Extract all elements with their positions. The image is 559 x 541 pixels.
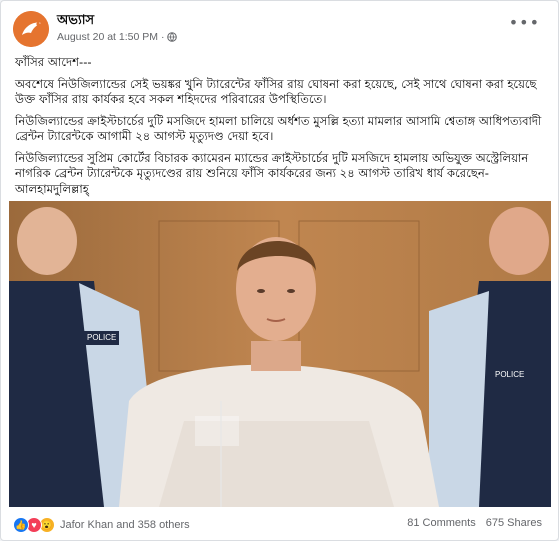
post-footer: 👍 ♥ 😮 Jafor Khan and 358 others 81 Comme… [13, 517, 548, 535]
post-paragraph: ফাঁসির আদেশ--- [15, 55, 92, 69]
post-photo[interactable]: POLICE POLICE [9, 201, 551, 507]
page-name[interactable]: অভ্যাস [57, 11, 94, 32]
post-body: ফাঁসির আদেশ--- অবশেষে নিউজিল্যান্ডের সেই… [15, 55, 547, 203]
post-paragraph: অবশেষে নিউজিল্যান্ডের সেই ভয়ঙ্কর খুনি ট… [15, 76, 537, 107]
page-avatar[interactable] [13, 11, 49, 47]
more-options-icon[interactable]: ••• [509, 15, 540, 31]
post-header: অভ্যাস August 20 at 1:50 PM · ••• [13, 11, 548, 47]
avatar-logo-icon [13, 11, 49, 47]
post-paragraph: নিউজিল্যান্ডের ক্রাইস্টচার্চের দুটি মসজি… [15, 113, 542, 144]
left-police-badge: POLICE [87, 333, 116, 342]
engagement-counts: 81 Comments 675 Shares [407, 517, 542, 529]
post-card: অভ্যাস August 20 at 1:50 PM · ••• ফাঁসির… [0, 0, 559, 541]
meta-separator: · [160, 31, 165, 43]
post-meta: August 20 at 1:50 PM · [57, 31, 178, 43]
globe-icon[interactable] [167, 32, 178, 42]
reactions-summary[interactable]: 👍 ♥ 😮 Jafor Khan and 358 others [13, 517, 190, 533]
comments-count[interactable]: 81 Comments [407, 517, 475, 529]
right-police-badge: POLICE [495, 370, 524, 379]
courtroom-photo-image: POLICE POLICE [9, 201, 551, 507]
shares-count[interactable]: 675 Shares [486, 517, 542, 529]
like-reaction-icon: 👍 [13, 517, 29, 533]
reaction-names[interactable]: Jafor Khan and 358 others [60, 519, 190, 531]
post-paragraph: নিউজিল্যান্ডের সুপ্রিম কোর্টের বিচারক ক্… [15, 150, 529, 196]
post-timestamp[interactable]: August 20 at 1:50 PM [57, 31, 158, 43]
